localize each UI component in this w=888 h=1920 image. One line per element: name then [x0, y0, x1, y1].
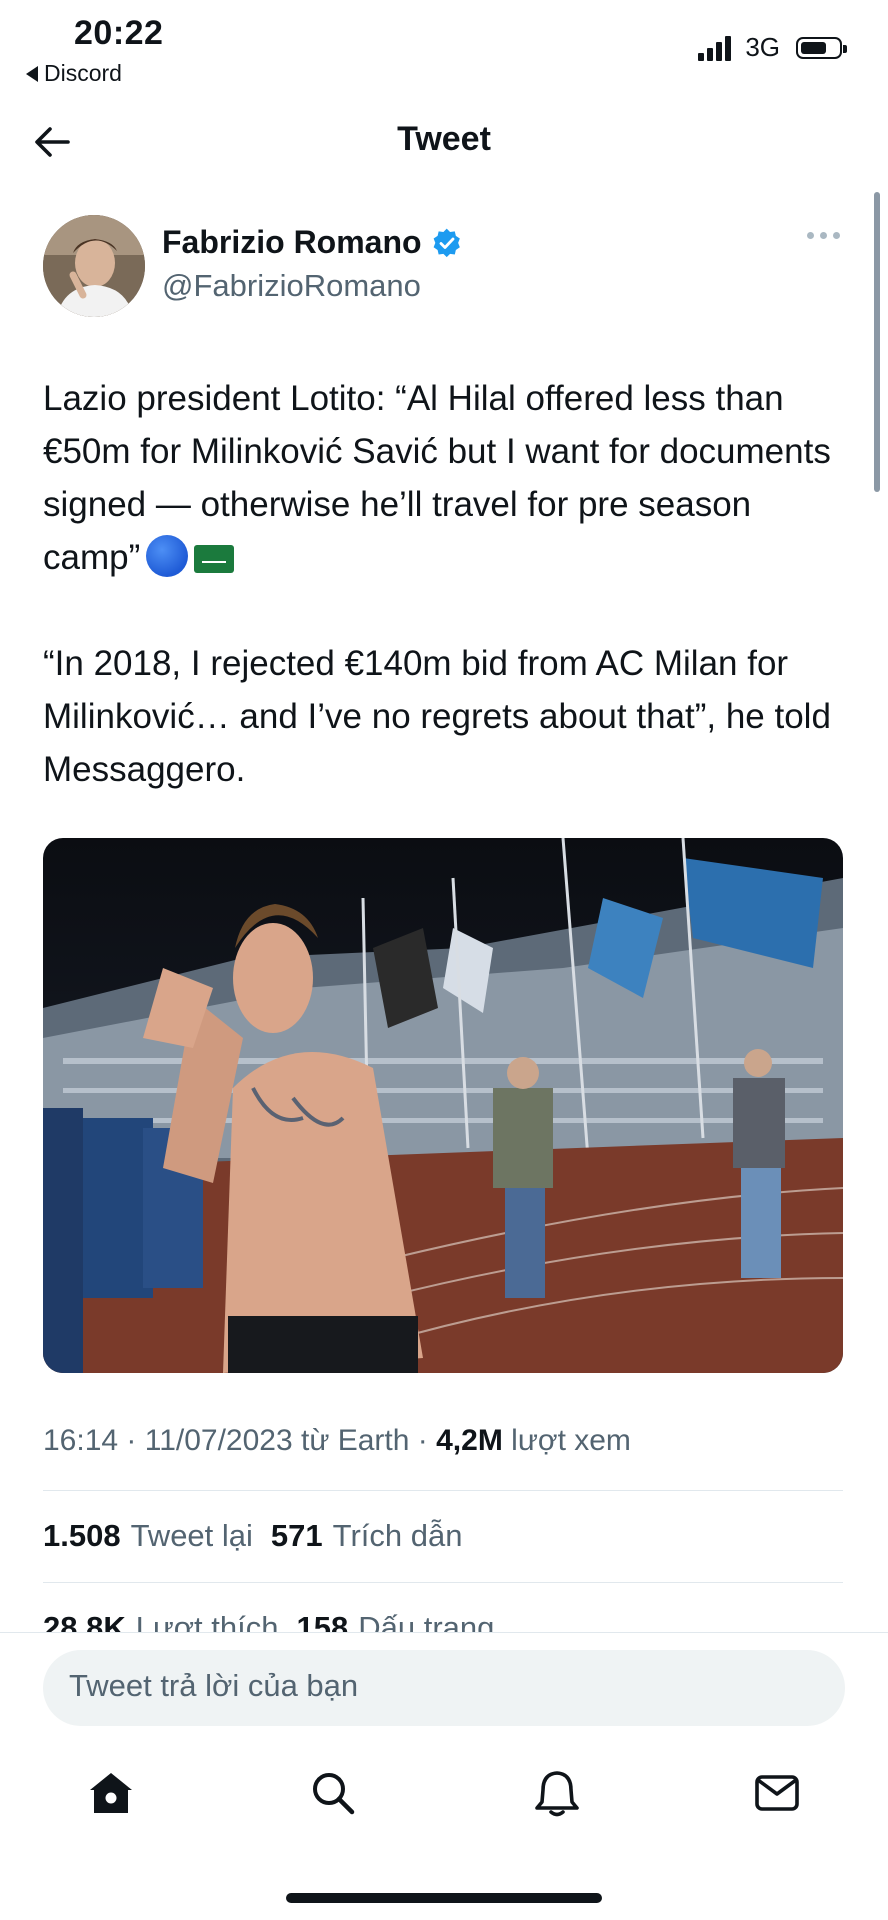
- back-app-label: Discord: [44, 60, 122, 86]
- retweets-stat[interactable]: 1.508 Tweet lại: [43, 1518, 253, 1554]
- home-indicator[interactable]: [286, 1893, 602, 1903]
- notifications-icon[interactable]: [532, 1768, 582, 1818]
- stats-row-reposts: 1.508 Tweet lại 571 Trích dẫn: [43, 1518, 470, 1554]
- status-indicators: 3G: [698, 32, 847, 63]
- tweet-paragraph-2: “In 2018, I rejected €140m bid from AC M…: [43, 644, 831, 789]
- bottom-navigation: [0, 1768, 888, 1826]
- back-triangle-icon: [26, 65, 38, 82]
- back-arrow-icon[interactable]: [30, 120, 74, 164]
- battery-icon: [796, 36, 847, 59]
- retweets-count: 1.508: [43, 1518, 121, 1553]
- tweet-detail-screen: 20:22 Discord 3G Tweet Fabrizio Romano @…: [0, 0, 888, 1920]
- quotes-stat[interactable]: 571 Trích dẫn: [271, 1518, 463, 1554]
- scrollbar[interactable]: [874, 192, 880, 492]
- page-title: Tweet: [397, 120, 491, 158]
- reply-placeholder: Tweet trả lời của bạn: [69, 1668, 359, 1703]
- tweet-photo[interactable]: [43, 838, 843, 1373]
- quotes-count: 571: [270, 1518, 323, 1553]
- verified-badge-icon: [433, 228, 460, 257]
- divider: [43, 1490, 843, 1491]
- home-icon[interactable]: [86, 1768, 136, 1818]
- retweets-label: Tweet lại: [130, 1518, 253, 1553]
- author-handle[interactable]: @FabrizioRomano: [162, 268, 421, 304]
- status-time: 20:22: [74, 14, 164, 52]
- reply-input[interactable]: Tweet trả lời của bạn: [43, 1650, 845, 1726]
- network-type: 3G: [745, 32, 780, 62]
- tweet-body: Lazio president Lotito: “Al Hilal offere…: [43, 372, 853, 796]
- tweet-timestamp-source: 16:14 · 11/07/2023 từ Earth ·: [43, 1424, 437, 1457]
- blue-circle-emoji-icon: [146, 535, 189, 577]
- saudi-flag-emoji-icon: [194, 545, 235, 573]
- tweet-paragraph-1: Lazio president Lotito: “Al Hilal offere…: [43, 372, 853, 584]
- tweet-meta: 16:14 · 11/07/2023 từ Earth · 4,2M lượt …: [43, 1424, 631, 1458]
- signal-icon: [698, 35, 732, 61]
- views-count: 4,2M: [436, 1424, 503, 1457]
- views-label: lượt xem: [511, 1424, 631, 1457]
- author-name[interactable]: Fabrizio Romano: [162, 224, 462, 261]
- back-to-app-link[interactable]: Discord: [26, 60, 122, 87]
- avatar[interactable]: [43, 215, 145, 317]
- search-icon[interactable]: [308, 1768, 358, 1818]
- author-name-text: Fabrizio Romano: [162, 224, 422, 260]
- quotes-label: Trích dẫn: [332, 1518, 463, 1553]
- messages-icon[interactable]: [752, 1768, 802, 1818]
- divider: [43, 1582, 843, 1583]
- more-options-icon[interactable]: [807, 232, 840, 239]
